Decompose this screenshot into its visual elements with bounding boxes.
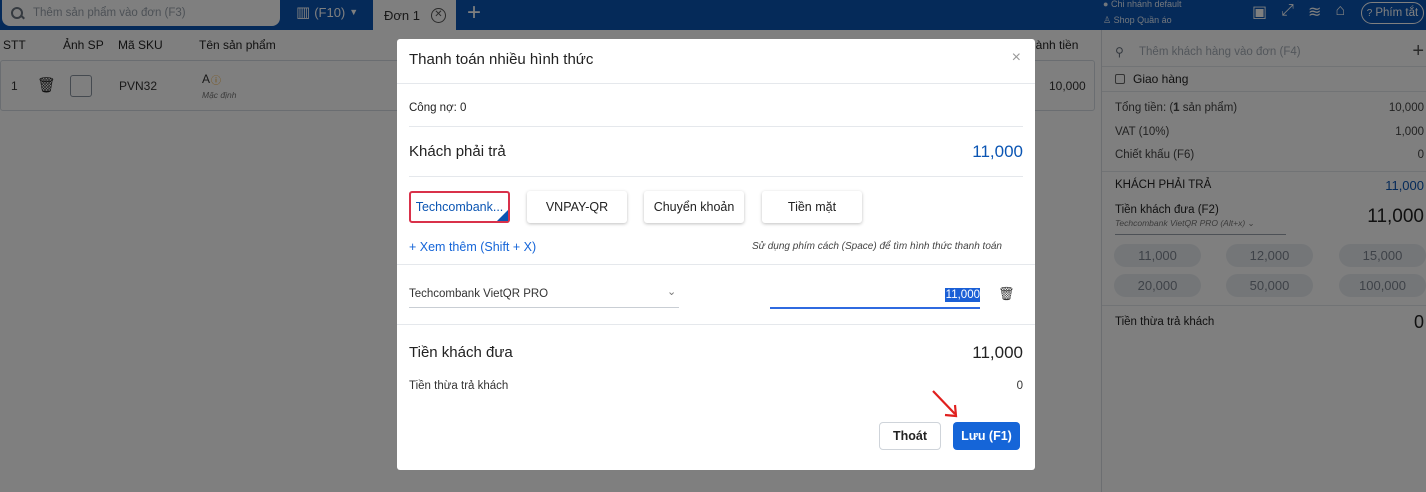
pay-value: 11,000 (972, 142, 1023, 161)
chevron-down-icon[interactable]: ⌄ (667, 285, 676, 298)
change-label: Tiền thừa trả khách (409, 380, 509, 392)
save-button[interactable]: Lưu (F1) (953, 422, 1020, 450)
trash-icon[interactable]: 🗑 (998, 286, 1015, 302)
exit-button[interactable]: Thoát (879, 422, 941, 450)
amount-input[interactable]: 11,000 (945, 288, 980, 302)
payment-method-cash[interactable]: Tiền mặt (762, 191, 862, 223)
see-more-link[interactable]: + Xem thêm (Shift + X) (409, 240, 536, 254)
divider (397, 324, 1035, 325)
divider (397, 83, 1035, 84)
method-select[interactable]: Techcombank VietQR PRO (409, 288, 548, 300)
divider (397, 264, 1035, 265)
close-icon[interactable]: × (1012, 49, 1021, 67)
change-value: 0 (1016, 380, 1023, 392)
divider (409, 176, 1023, 177)
payment-method-vnpay[interactable]: VNPAY-QR (527, 191, 627, 223)
amount-underline (770, 307, 980, 309)
pay-label: Khách phải trả (409, 143, 506, 160)
dialog-title: Thanh toán nhiều hình thức (409, 51, 594, 68)
select-underline (409, 307, 679, 308)
debt-text: Công nợ: 0 (409, 102, 467, 114)
annotation-arrow-icon (932, 390, 958, 418)
multi-payment-dialog: Thanh toán nhiều hình thức × Công nợ: 0 … (397, 39, 1035, 470)
space-hint: Sử dụng phím cách (Space) để tìm hình th… (751, 241, 1002, 252)
payment-method-transfer[interactable]: Chuyển khoản (644, 191, 744, 223)
given-label: Tiền khách đưa (409, 344, 513, 361)
given-value: 11,000 (972, 343, 1023, 362)
payment-method-techcombank[interactable]: Techcombank... (409, 191, 510, 223)
divider (409, 126, 1023, 127)
